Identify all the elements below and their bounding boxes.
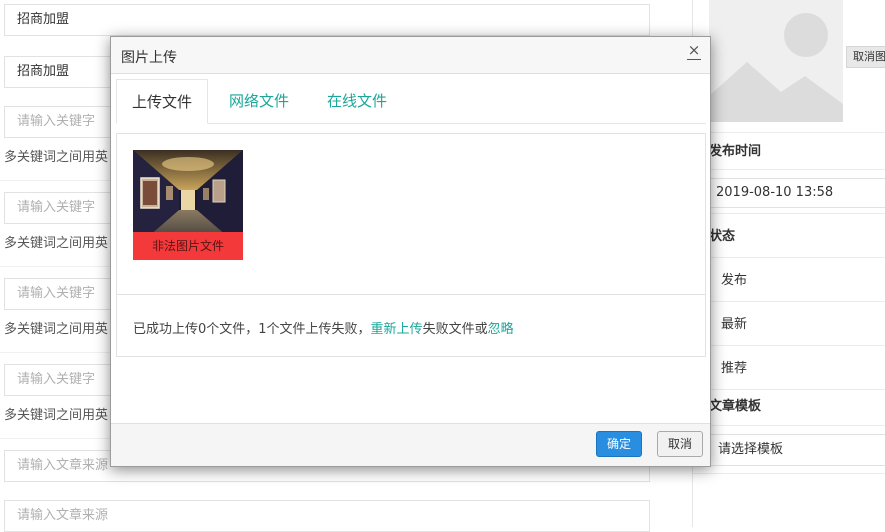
- status-prefix: 已成功上传0个文件，1个文件上传失败，: [133, 322, 371, 337]
- cancel-button[interactable]: 取消: [657, 431, 703, 457]
- keyword-hint-1: 多关键词之间用英: [4, 150, 109, 165]
- dialog-footer: 确定 取消: [111, 423, 710, 466]
- tab-online-file[interactable]: 在线文件: [312, 79, 402, 124]
- tab-network-file[interactable]: 网络文件: [214, 79, 304, 124]
- tab-upload-file[interactable]: 上传文件: [116, 79, 209, 124]
- close-icon[interactable]: ×: [687, 41, 701, 60]
- template-select[interactable]: 请选择模板: [709, 434, 885, 466]
- status-option-recommend[interactable]: 推荐: [693, 346, 885, 390]
- category-field-1[interactable]: 招商加盟: [4, 4, 650, 36]
- source-input-2[interactable]: 请输入文章来源: [4, 500, 650, 532]
- cover-image-placeholder[interactable]: [709, 0, 843, 122]
- publish-time-row: 2019-08-10 13:58: [693, 170, 885, 214]
- status-option-publish[interactable]: 发布: [693, 258, 885, 302]
- dialog-title: 图片上传: [121, 50, 177, 66]
- image-upload-dialog: 图片上传 × 上传文件 网络文件 在线文件 非法图片文件 已成功上传0个文件，1…: [110, 36, 711, 467]
- image-placeholder-icon: [709, 0, 843, 122]
- dialog-titlebar[interactable]: 图片上传 ×: [111, 37, 710, 74]
- template-row: 请选择模板: [693, 426, 885, 474]
- ignore-link[interactable]: 忽略: [488, 322, 514, 337]
- confirm-button[interactable]: 确定: [596, 431, 642, 457]
- keyword-hint-2: 多关键词之间用英: [4, 236, 109, 251]
- upload-tabs: 上传文件 网络文件 在线文件: [116, 79, 706, 124]
- status-option-newest[interactable]: 最新: [693, 302, 885, 346]
- upload-area: 非法图片文件 已成功上传0个文件，1个文件上传失败，重新上传失败文件或忽略: [116, 133, 706, 357]
- cancel-image-button[interactable]: 取消图: [846, 46, 885, 68]
- illegal-image-label: 非法图片文件: [133, 232, 243, 260]
- template-label: 文章模板: [693, 390, 885, 426]
- keyword-hint-3: 多关键词之间用英: [4, 322, 109, 337]
- uploaded-image-item[interactable]: 非法图片文件: [133, 150, 243, 260]
- keyword-hint-4: 多关键词之间用英: [4, 408, 109, 423]
- upload-status: 已成功上传0个文件，1个文件上传失败，重新上传失败文件或忽略: [133, 318, 514, 337]
- status-middle: 失败文件或: [422, 322, 488, 337]
- status-label: 状态: [693, 214, 885, 258]
- divider: [117, 294, 705, 295]
- retry-upload-link[interactable]: 重新上传: [371, 322, 423, 337]
- publish-time-label: 发布时间: [693, 132, 885, 170]
- side-panel: 取消图 发布时间 2019-08-10 13:58 状态 发布 最新 推荐 文章…: [692, 0, 885, 527]
- publish-time-input[interactable]: 2019-08-10 13:58: [709, 178, 885, 208]
